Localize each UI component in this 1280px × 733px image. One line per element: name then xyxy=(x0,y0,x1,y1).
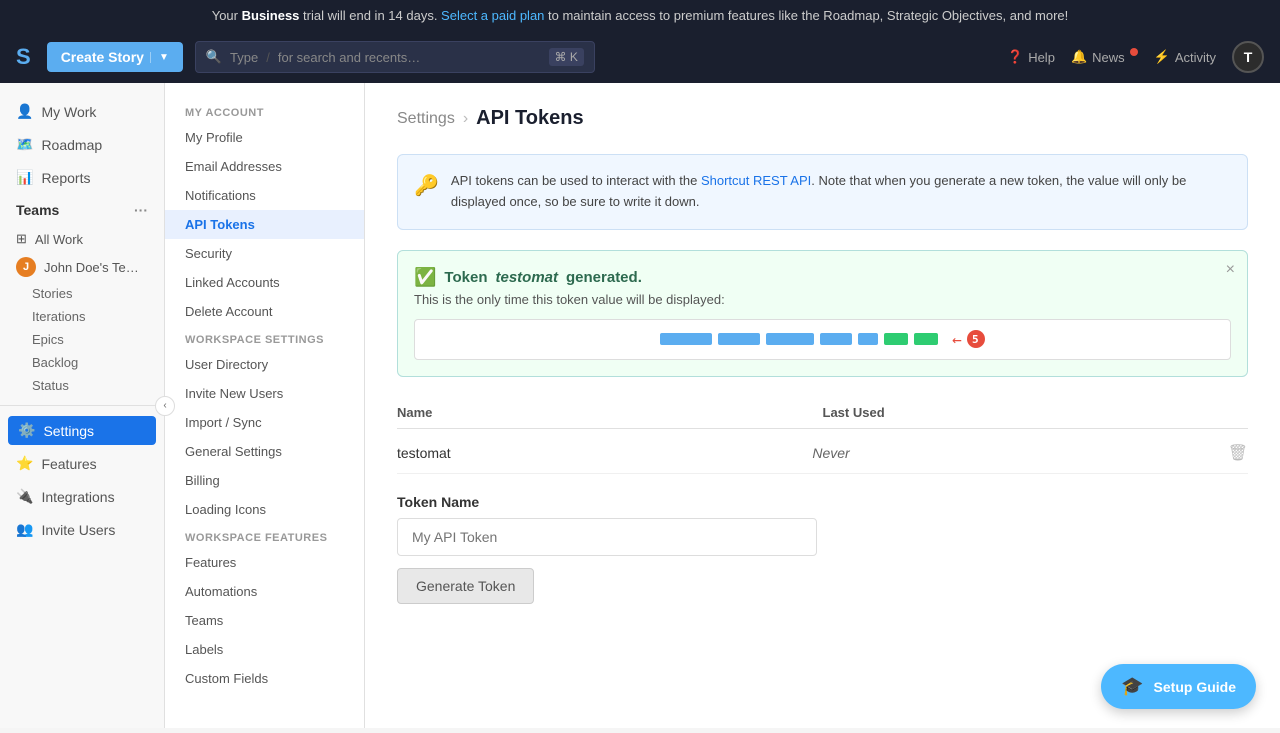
token-segment xyxy=(766,333,814,345)
token-generated-success-box: ✅ Token testomat generated. This is the … xyxy=(397,250,1248,377)
settings-item-general-settings[interactable]: General Settings xyxy=(165,437,364,466)
token-value-display[interactable]: ← 5 xyxy=(414,319,1231,360)
settings-item-billing[interactable]: Billing xyxy=(165,466,364,495)
sidebar-collapse-button[interactable]: ‹ xyxy=(155,396,175,416)
settings-item-user-directory[interactable]: User Directory xyxy=(165,350,364,379)
tokens-table-header: Name Last Used xyxy=(397,397,1248,429)
token-form: Token Name Generate Token xyxy=(397,494,1248,604)
teams-more-button[interactable]: ··· xyxy=(134,202,148,218)
avatar[interactable]: T xyxy=(1232,41,1264,73)
settings-item-automations[interactable]: Automations xyxy=(165,577,364,606)
news-link[interactable]: 🔔 News xyxy=(1071,49,1138,65)
reports-icon: 📊 xyxy=(16,169,33,186)
all-work-icon: ⊞ xyxy=(16,231,27,247)
token-segment xyxy=(660,333,712,345)
token-segment xyxy=(718,333,760,345)
key-icon: 🔑 xyxy=(414,173,439,198)
settings-item-custom-fields[interactable]: Custom Fields xyxy=(165,664,364,693)
settings-item-invite-new-users[interactable]: Invite New Users xyxy=(165,379,364,408)
rest-api-link[interactable]: Shortcut REST API xyxy=(701,173,811,188)
person-icon: 👤 xyxy=(16,103,33,120)
left-sidebar: 👤 My Work 🗺️ Roadmap 📊 Reports Teams ···… xyxy=(0,83,165,728)
graduation-icon: 🎓 xyxy=(1121,676,1143,697)
settings-item-delete-account[interactable]: Delete Account xyxy=(165,297,364,326)
app-header: S Create Story ▼ 🔍 Type / for search and… xyxy=(0,31,1280,83)
gear-icon: ⚙️ xyxy=(18,422,35,439)
close-success-button[interactable]: × xyxy=(1226,261,1235,279)
search-bar[interactable]: 🔍 Type / for search and recents… ⌘ K xyxy=(195,41,595,73)
sidebar-item-reports[interactable]: 📊 Reports xyxy=(0,161,164,194)
copy-count-badge: 5 xyxy=(967,330,985,348)
workspace-features-section-title: Workspace Features xyxy=(165,524,364,548)
left-sidebar-bottom: ⚙️ Settings ⭐ Features 🔌 Integrations 👥 … xyxy=(0,405,164,546)
app-logo: S xyxy=(16,44,31,70)
sidebar-item-all-work[interactable]: ⊞ All Work xyxy=(0,226,164,252)
delete-token-button[interactable]: 🗑 xyxy=(1228,443,1248,463)
sidebar-item-features[interactable]: ⭐ Features xyxy=(0,447,164,480)
teams-header: Teams ··· xyxy=(0,194,164,226)
roadmap-icon: 🗺️ xyxy=(16,136,33,153)
news-notification-dot xyxy=(1130,48,1138,56)
api-tokens-info-box: 🔑 API tokens can be used to interact wit… xyxy=(397,154,1248,230)
settings-item-security[interactable]: Security xyxy=(165,239,364,268)
workspace-settings-section-title: Workspace Settings xyxy=(165,326,364,350)
settings-item-labels[interactable]: Labels xyxy=(165,635,364,664)
token-name-input[interactable] xyxy=(397,518,817,556)
my-account-section-title: My Account xyxy=(165,99,364,123)
main-content: Settings › API Tokens 🔑 API tokens can b… xyxy=(365,83,1280,728)
breadcrumb: Settings › API Tokens xyxy=(397,107,1248,130)
sidebar-item-my-work[interactable]: 👤 My Work xyxy=(0,95,164,128)
sidebar-item-settings[interactable]: ⚙️ Settings xyxy=(8,416,156,445)
settings-item-my-profile[interactable]: My Profile xyxy=(165,123,364,152)
star-icon: ⭐ xyxy=(16,455,33,472)
sidebar-item-epics[interactable]: Epics xyxy=(0,328,164,351)
plug-icon: 🔌 xyxy=(16,488,33,505)
search-icon: 🔍 xyxy=(206,49,222,65)
trial-banner: Your Business trial will end in 14 days.… xyxy=(0,0,1280,31)
sidebar-item-stories[interactable]: Stories xyxy=(0,282,164,305)
settings-item-notifications[interactable]: Notifications xyxy=(165,181,364,210)
settings-item-features[interactable]: Features xyxy=(165,548,364,577)
settings-item-api-tokens[interactable]: API Tokens xyxy=(165,210,364,239)
sidebar-item-integrations[interactable]: 🔌 Integrations xyxy=(0,480,164,513)
search-shortcut: ⌘ K xyxy=(549,48,584,66)
settings-item-import-sync[interactable]: Import / Sync xyxy=(165,408,364,437)
sidebar-item-invite-users[interactable]: 👥 Invite Users xyxy=(0,513,164,546)
header-right: ❓ Help 🔔 News ⚡ Activity T xyxy=(1007,41,1264,73)
settings-item-email-addresses[interactable]: Email Addresses xyxy=(165,152,364,181)
person-plus-icon: 👥 xyxy=(16,521,33,538)
setup-guide-button[interactable]: 🎓 Setup Guide xyxy=(1101,664,1256,709)
help-link[interactable]: ❓ Help xyxy=(1007,49,1055,65)
check-icon: ✅ xyxy=(414,267,436,288)
settings-item-teams[interactable]: Teams xyxy=(165,606,364,635)
settings-item-linked-accounts[interactable]: Linked Accounts xyxy=(165,268,364,297)
create-story-button[interactable]: Create Story ▼ xyxy=(47,42,183,72)
table-row: testomat Never 🗑 xyxy=(397,433,1248,474)
sidebar-item-iterations[interactable]: Iterations xyxy=(0,305,164,328)
token-segment xyxy=(820,333,852,345)
team-avatar: J xyxy=(16,257,36,277)
sidebar-item-status[interactable]: Status xyxy=(0,374,164,397)
token-segment xyxy=(914,333,938,345)
settings-sidebar: My Account My Profile Email Addresses No… xyxy=(165,83,365,728)
create-story-chevron: ▼ xyxy=(150,52,169,63)
sidebar-item-john-doe-team[interactable]: J John Doe's Te… xyxy=(0,252,164,282)
arrow-left-icon: ← xyxy=(952,330,963,349)
sidebar-item-backlog[interactable]: Backlog xyxy=(0,351,164,374)
generate-token-button[interactable]: Generate Token xyxy=(397,568,534,604)
activity-link[interactable]: ⚡ Activity xyxy=(1154,49,1216,65)
sidebar-item-roadmap[interactable]: 🗺️ Roadmap xyxy=(0,128,164,161)
select-plan-link[interactable]: Select a paid plan xyxy=(441,8,544,23)
token-segment xyxy=(884,333,908,345)
settings-item-loading-icons[interactable]: Loading Icons xyxy=(165,495,364,524)
token-segment xyxy=(858,333,878,345)
